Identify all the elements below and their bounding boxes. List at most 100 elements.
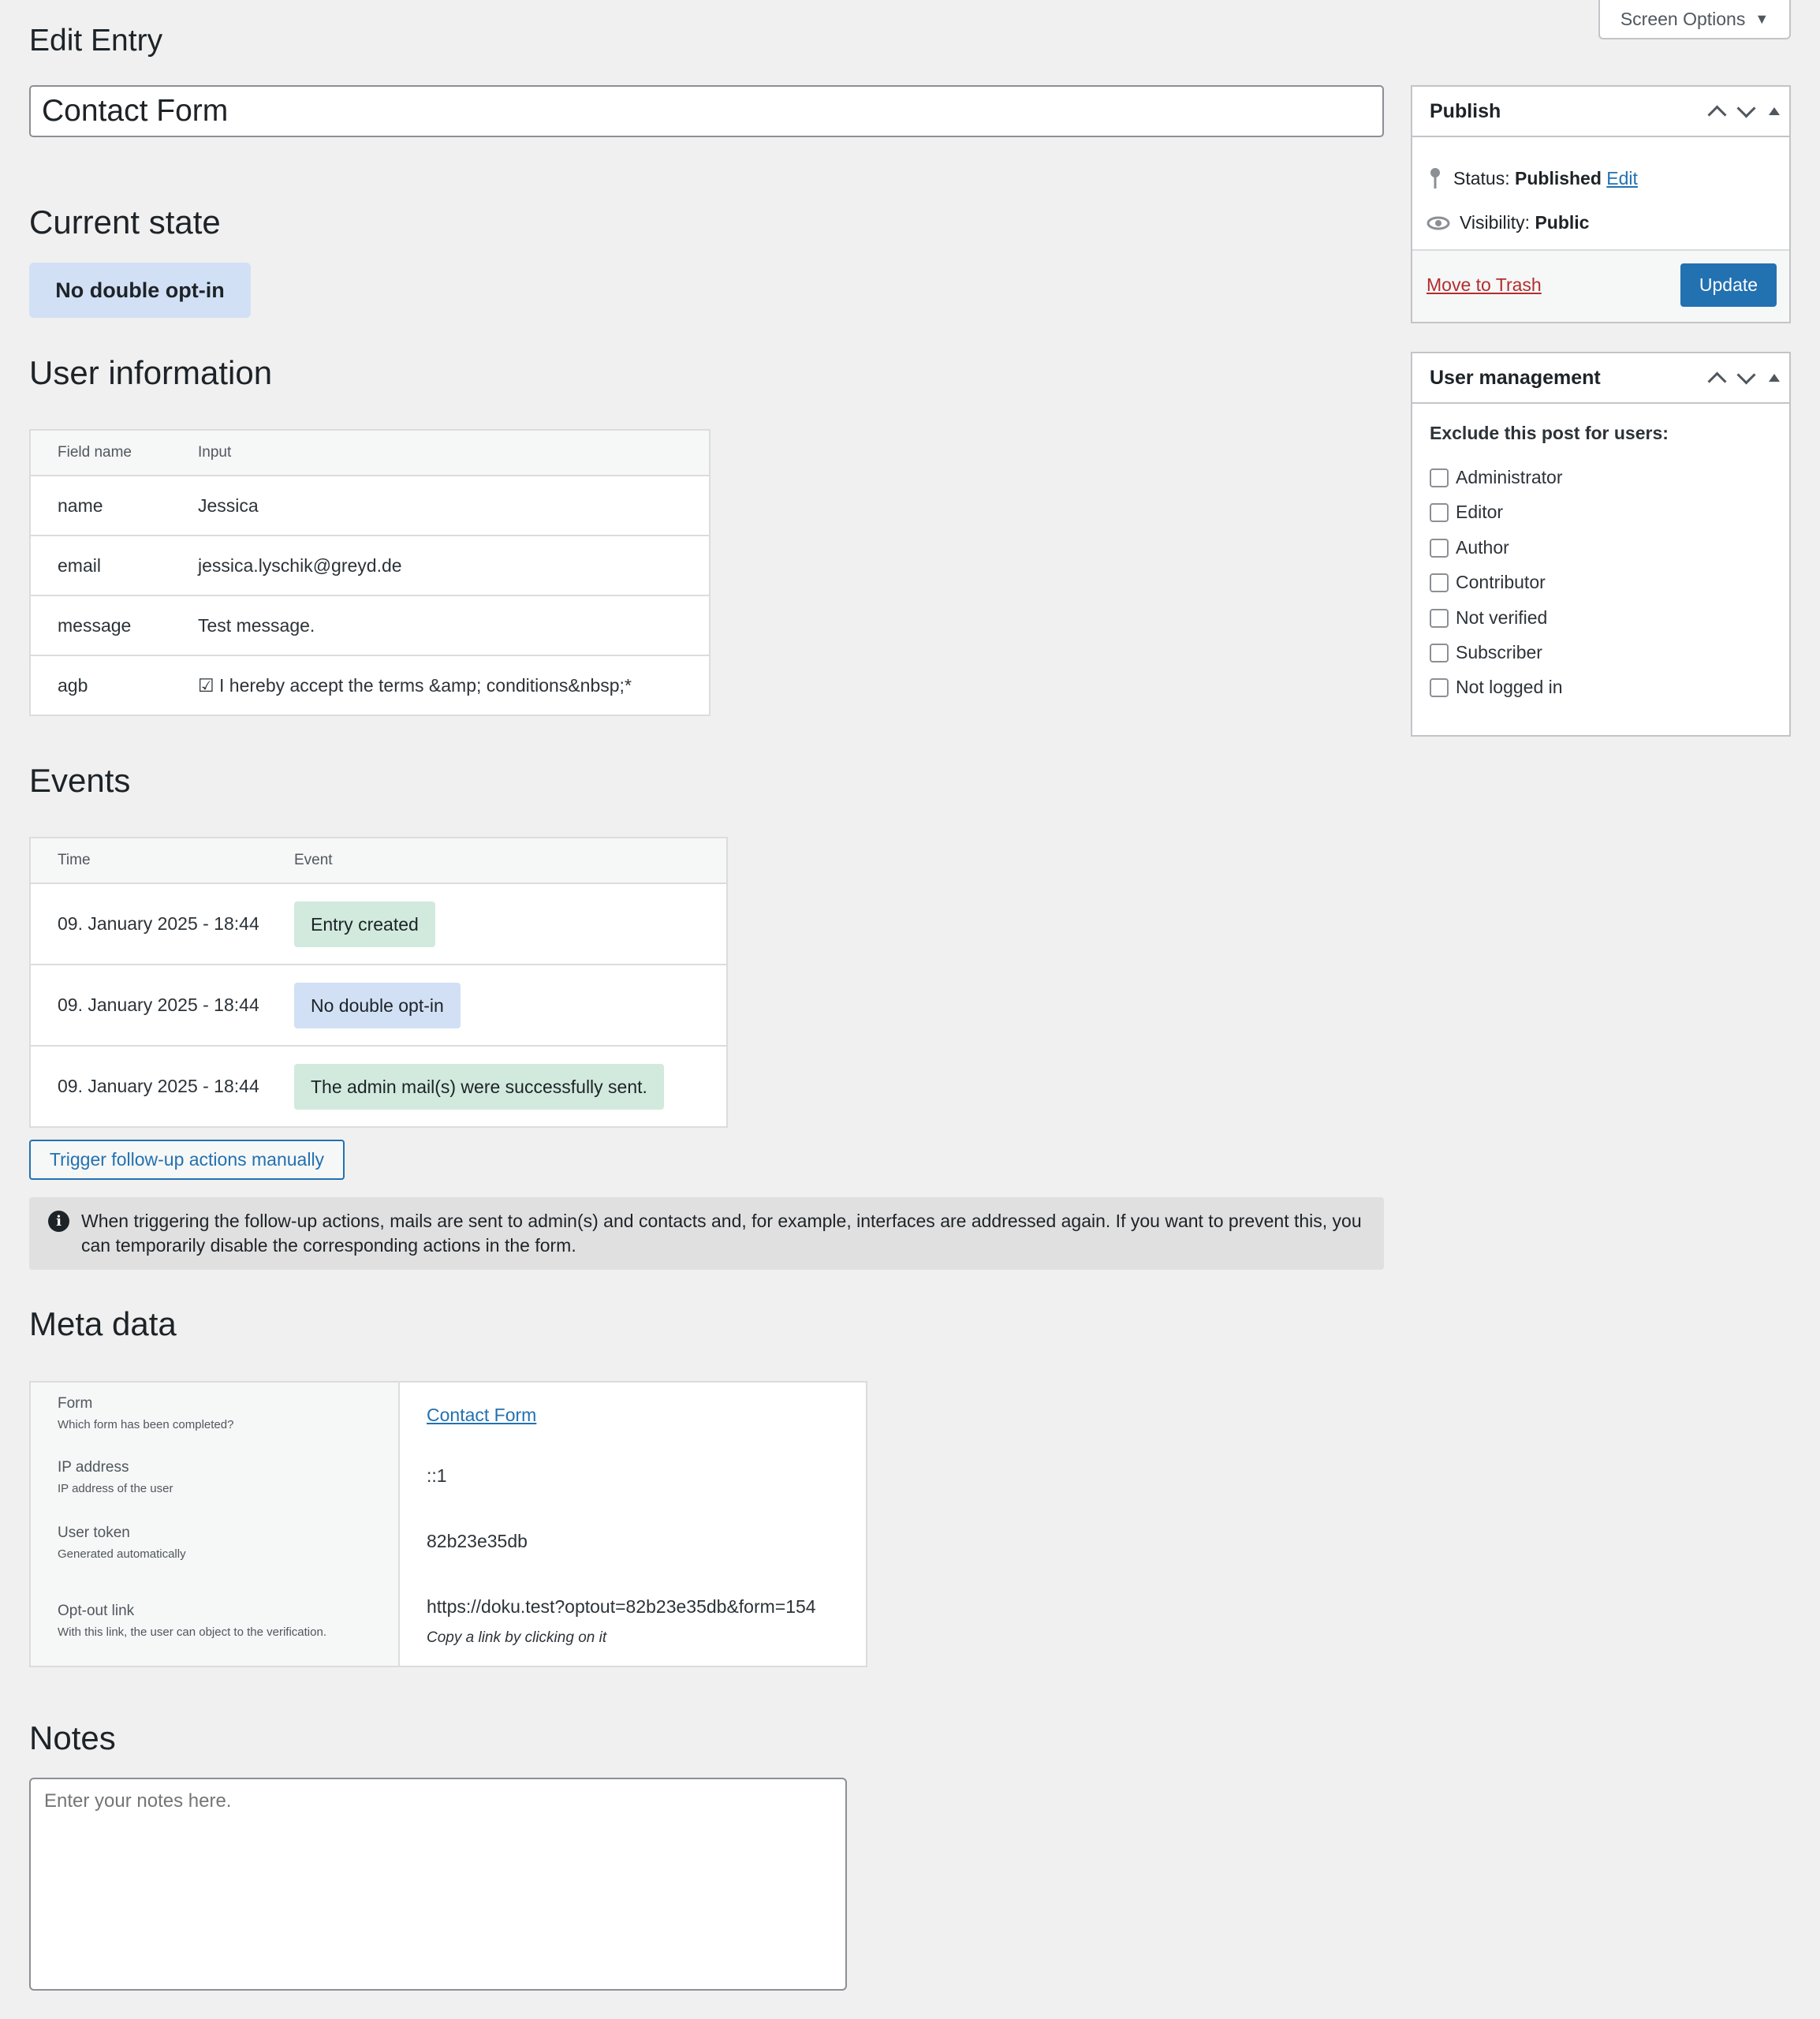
checkbox[interactable] xyxy=(1430,643,1449,662)
meta-token-desc: Generated automatically xyxy=(58,1547,186,1561)
user-management-header: User management xyxy=(1412,353,1789,404)
screen-options-button[interactable]: Screen Options ▼ xyxy=(1598,0,1791,39)
user-management-box: User management Exclude this post for us… xyxy=(1411,352,1791,737)
event-time: 09. January 2025 - 18:44 xyxy=(58,1076,259,1096)
field-input-cell: ☑ I hereby accept the terms &amp; condit… xyxy=(198,674,632,696)
meta-optout-desc: With this link, the user can object to t… xyxy=(58,1625,326,1639)
checkbox[interactable] xyxy=(1430,677,1449,697)
field-name-cell: message xyxy=(58,614,132,636)
notice-text: When triggering the follow-up actions, m… xyxy=(81,1211,1362,1256)
event-time: 09. January 2025 - 18:44 xyxy=(58,995,259,1015)
publish-actions: Move to Trash Update xyxy=(1412,249,1789,322)
table-row: 09. January 2025 - 18:44 No double opt-i… xyxy=(31,965,726,1047)
move-up-icon[interactable] xyxy=(1707,371,1727,391)
status-label: Status: xyxy=(1453,167,1510,188)
table-row: 09. January 2025 - 18:44 Entry created xyxy=(31,884,726,965)
move-down-icon[interactable] xyxy=(1736,364,1756,385)
field-name-cell: agb xyxy=(58,674,88,696)
checkbox[interactable] xyxy=(1430,502,1449,522)
checkbox[interactable] xyxy=(1430,538,1449,558)
meta-ip-label: IP address xyxy=(58,1459,129,1476)
optout-link-value[interactable]: https://doku.test?optout=82b23e35db&form… xyxy=(427,1596,816,1618)
field-input-cell: Jessica xyxy=(198,494,259,516)
visibility-row: Visibility: Public xyxy=(1427,212,1589,233)
collapse-toggle-icon[interactable] xyxy=(1769,374,1780,382)
page-title: Edit Entry xyxy=(29,24,163,58)
column-header-field-name: Field name xyxy=(58,444,132,461)
event-time: 09. January 2025 - 18:44 xyxy=(58,913,259,934)
field-input-cell: jessica.lyschik@greyd.de xyxy=(198,554,402,576)
entry-title-input[interactable] xyxy=(29,85,1384,137)
meta-values-column: Contact Form ::1 82b23e35db https://doku… xyxy=(400,1383,866,1666)
notes-textarea[interactable] xyxy=(29,1778,847,1991)
role-option-not-logged-in[interactable]: Not logged in xyxy=(1430,677,1563,698)
checkbox[interactable] xyxy=(1430,573,1449,592)
role-label: Author xyxy=(1456,537,1509,558)
visibility-value: Public xyxy=(1535,212,1590,233)
screen-options-label: Screen Options xyxy=(1620,8,1746,29)
pin-icon xyxy=(1430,168,1440,188)
role-label: Subscriber xyxy=(1456,642,1542,662)
checkbox[interactable] xyxy=(1430,468,1449,487)
column-header-event: Event xyxy=(294,852,333,868)
meta-token-label: User token xyxy=(58,1525,130,1541)
publish-box-title: Publish xyxy=(1430,99,1501,122)
role-option-administrator[interactable]: Administrator xyxy=(1430,467,1562,488)
publish-box-header: Publish xyxy=(1412,87,1789,137)
role-label: Not verified xyxy=(1456,607,1548,628)
info-notice: i When triggering the follow-up actions,… xyxy=(29,1197,1384,1270)
table-row: name Jessica xyxy=(31,476,709,536)
move-down-icon[interactable] xyxy=(1736,98,1756,118)
meta-form-desc: Which form has been completed? xyxy=(58,1418,234,1431)
form-link[interactable]: Contact Form xyxy=(427,1405,536,1426)
events-table: Time Event 09. January 2025 - 18:44 Entr… xyxy=(29,837,728,1128)
column-header-input: Input xyxy=(198,444,232,461)
ip-address-value: ::1 xyxy=(427,1465,447,1486)
role-option-author[interactable]: Author xyxy=(1430,537,1509,558)
meta-labels-column: Form Which form has been completed? IP a… xyxy=(31,1383,400,1666)
notes-heading: Notes xyxy=(29,1719,116,1756)
eye-icon xyxy=(1427,216,1450,230)
meta-data-table: Form Which form has been completed? IP a… xyxy=(29,1381,867,1667)
trigger-follow-up-button[interactable]: Trigger follow-up actions manually xyxy=(29,1140,345,1180)
user-information-table: Field name Input name Jessica email jess… xyxy=(29,429,710,716)
table-row: agb ☑ I hereby accept the terms &amp; co… xyxy=(31,656,709,715)
role-option-subscriber[interactable]: Subscriber xyxy=(1430,642,1542,663)
visibility-label: Visibility: xyxy=(1460,212,1531,233)
role-option-not-verified[interactable]: Not verified xyxy=(1430,607,1547,629)
status-value: Published xyxy=(1515,167,1602,188)
event-badge: No double opt-in xyxy=(294,982,461,1028)
publish-box: Publish Status: Published Edit Visibilit… xyxy=(1411,85,1791,323)
checkbox[interactable] xyxy=(1430,608,1449,628)
user-information-heading: User information xyxy=(29,354,273,391)
table-row: email jessica.lyschik@greyd.de xyxy=(31,536,709,596)
meta-data-heading: Meta data xyxy=(29,1305,177,1342)
user-management-title: User management xyxy=(1430,366,1601,389)
column-header-time: Time xyxy=(58,852,91,868)
current-state-heading: Current state xyxy=(29,203,221,241)
table-row: message Test message. xyxy=(31,596,709,656)
meta-ip-desc: IP address of the user xyxy=(58,1482,173,1495)
copy-link-hint: Copy a link by clicking on it xyxy=(427,1629,607,1646)
status-edit-link[interactable]: Edit xyxy=(1606,168,1638,188)
move-to-trash-link[interactable]: Move to Trash xyxy=(1427,274,1542,296)
status-row: Status: Published Edit xyxy=(1427,166,1638,190)
field-name-cell: name xyxy=(58,494,103,516)
role-option-contributor[interactable]: Contributor xyxy=(1430,572,1546,593)
caret-down-icon: ▼ xyxy=(1755,10,1770,27)
event-badge: The admin mail(s) were successfully sent… xyxy=(294,1063,664,1110)
table-row: 09. January 2025 - 18:44 The admin mail(… xyxy=(31,1047,726,1126)
role-option-editor[interactable]: Editor xyxy=(1430,502,1503,523)
event-badge: Entry created xyxy=(294,901,435,947)
role-label: Editor xyxy=(1456,502,1504,522)
role-label: Administrator xyxy=(1456,467,1563,487)
events-heading: Events xyxy=(29,762,131,799)
exclude-label: Exclude this post for users: xyxy=(1430,423,1669,443)
collapse-toggle-icon[interactable] xyxy=(1769,107,1780,115)
update-button[interactable]: Update xyxy=(1680,263,1777,307)
field-name-cell: email xyxy=(58,554,101,576)
table-header: Field name Input xyxy=(31,431,709,476)
move-up-icon[interactable] xyxy=(1707,104,1727,125)
user-token-value: 82b23e35db xyxy=(427,1531,528,1551)
role-label: Contributor xyxy=(1456,572,1546,592)
